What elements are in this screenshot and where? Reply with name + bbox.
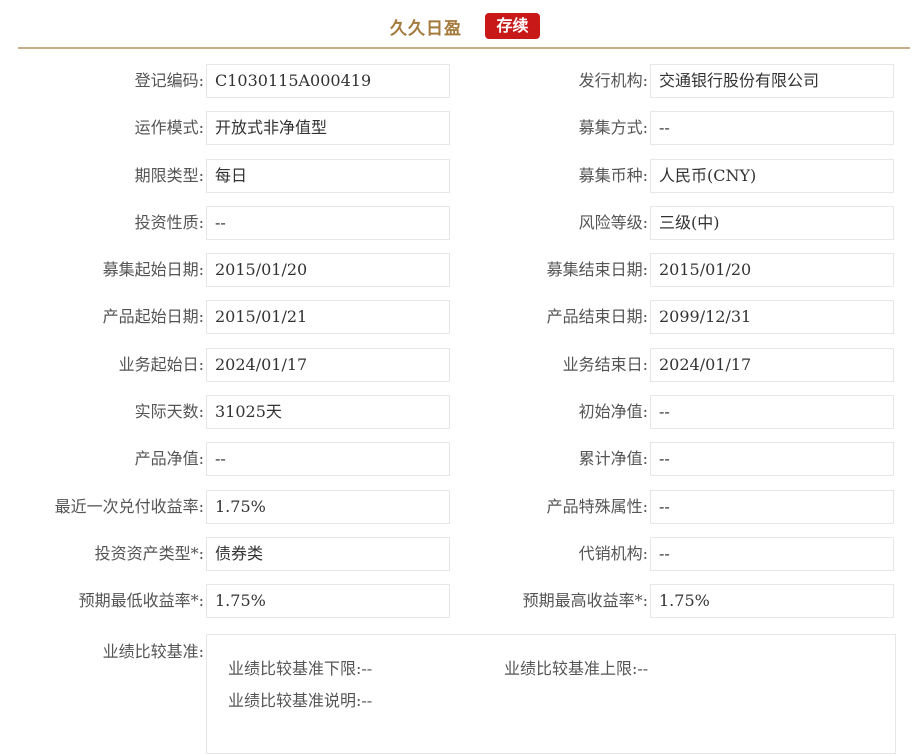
raising-method-label: 募集方式: bbox=[578, 118, 648, 138]
raising-end-date-field: 2015/01/20 bbox=[650, 253, 894, 288]
issuer-label: 发行机构: bbox=[578, 71, 648, 90]
raising-end-date-label: 募集结束日期: bbox=[546, 260, 648, 280]
product-end-date-label: 产品结束日期: bbox=[546, 307, 648, 327]
form-row-latest-yield: 最近一次兑付收益率: 1.75% 产品特殊属性: -- bbox=[0, 489, 924, 537]
product-info-form: 登记编码: C1030115A000419 发行机构: 交通银行股份有限公司 运… bbox=[0, 64, 924, 632]
registration-code-field: C1030115A000419 bbox=[206, 64, 450, 98]
benchmark-upper-limit: 业绩比较基准上限:-- bbox=[504, 659, 649, 678]
currency-label: 募集币种: bbox=[578, 165, 648, 185]
asset-type-label: 投资资产类型*: bbox=[94, 543, 204, 563]
product-start-date-label: 产品起始日期: bbox=[102, 307, 204, 327]
special-attribute-field: -- bbox=[650, 489, 894, 524]
form-row-business-dates: 业务起始日: 2024/01/17 业务结束日: 2024/01/17 bbox=[0, 347, 924, 395]
operation-mode-field: 开放式非净值型 bbox=[206, 111, 450, 146]
latest-payout-yield-label: 最近一次兑付收益率: bbox=[54, 496, 204, 516]
product-title: 久久日盈 bbox=[390, 19, 462, 39]
form-row-asset-type: 投资资产类型*: 债券类 代销机构: -- bbox=[0, 536, 924, 584]
operation-mode-label: 运作模式: bbox=[134, 118, 204, 138]
risk-level-label: 风险等级: bbox=[578, 212, 648, 232]
business-end-date-field: 2024/01/17 bbox=[650, 347, 894, 382]
raising-method-field: -- bbox=[650, 111, 894, 146]
actual-days-field: 31025天 bbox=[206, 395, 450, 430]
benchmark-box: 业绩比较基准下限:-- 业绩比较基准上限:-- 业绩比较基准说明:-- bbox=[206, 634, 896, 754]
benchmark-label: 业绩比较基准: bbox=[102, 642, 204, 661]
expected-max-yield-label: 预期最高收益率*: bbox=[522, 591, 648, 611]
form-row-nav: 产品净值: -- 累计净值: -- bbox=[0, 442, 924, 489]
header-divider bbox=[18, 47, 910, 49]
special-attribute-label: 产品特殊属性: bbox=[546, 496, 648, 516]
initial-nav-field: -- bbox=[650, 395, 894, 430]
form-row-raising-dates: 募集起始日期: 2015/01/20 募集结束日期: 2015/01/20 bbox=[0, 253, 924, 300]
status-badge: 存续 bbox=[485, 13, 540, 39]
term-type-label: 期限类型: bbox=[134, 165, 204, 185]
investment-nature-label: 投资性质: bbox=[134, 212, 204, 232]
actual-days-label: 实际天数: bbox=[134, 402, 204, 422]
form-row-product-dates: 产品起始日期: 2015/01/21 产品结束日期: 2099/12/31 bbox=[0, 300, 924, 347]
form-row-expected-yield: 预期最低收益率*: 1.75% 预期最高收益率*: 1.75% bbox=[0, 584, 924, 631]
product-end-date-field: 2099/12/31 bbox=[650, 300, 894, 335]
form-row-investment-nature: 投资性质: -- 风险等级: 三级(中) bbox=[0, 205, 924, 253]
term-type-field: 每日 bbox=[206, 158, 450, 193]
product-nav-field: -- bbox=[206, 442, 450, 477]
business-start-date-field: 2024/01/17 bbox=[206, 347, 450, 382]
benchmark-lower-limit: 业绩比较基准下限:-- bbox=[228, 659, 373, 678]
page-header: 久久日盈 存续 bbox=[0, 0, 924, 50]
expected-max-yield-field: 1.75% bbox=[650, 584, 894, 619]
form-row-actual-days: 实际天数: 31025天 初始净值: -- bbox=[0, 395, 924, 442]
business-start-date-label: 业务起始日: bbox=[118, 354, 204, 374]
form-row-operation-mode: 运作模式: 开放式非净值型 募集方式: -- bbox=[0, 111, 924, 158]
asset-type-field: 债券类 bbox=[206, 536, 450, 571]
raising-start-date-field: 2015/01/20 bbox=[206, 253, 450, 288]
latest-payout-yield-field: 1.75% bbox=[206, 489, 450, 524]
distributor-field: -- bbox=[650, 536, 894, 571]
registration-code-label: 登记编码: bbox=[134, 71, 204, 90]
issuer-field: 交通银行股份有限公司 bbox=[650, 64, 894, 98]
form-row-term-type: 期限类型: 每日 募集币种: 人民币(CNY) bbox=[0, 158, 924, 206]
distributor-label: 代销机构: bbox=[578, 543, 648, 563]
expected-min-yield-field: 1.75% bbox=[206, 584, 450, 619]
risk-level-field: 三级(中) bbox=[650, 205, 894, 240]
product-start-date-field: 2015/01/21 bbox=[206, 300, 450, 335]
benchmark-description: 业绩比较基准说明:-- bbox=[228, 691, 373, 710]
investment-nature-field: -- bbox=[206, 205, 450, 240]
business-end-date-label: 业务结束日: bbox=[562, 354, 648, 374]
expected-min-yield-label: 预期最低收益率*: bbox=[78, 591, 204, 611]
cumulative-nav-label: 累计净值: bbox=[578, 449, 648, 469]
currency-field: 人民币(CNY) bbox=[650, 158, 894, 193]
raising-start-date-label: 募集起始日期: bbox=[102, 260, 204, 280]
cumulative-nav-field: -- bbox=[650, 442, 894, 477]
form-row-registration-code: 登记编码: C1030115A000419 发行机构: 交通银行股份有限公司 bbox=[0, 64, 924, 111]
initial-nav-label: 初始净值: bbox=[578, 402, 648, 422]
product-nav-label: 产品净值: bbox=[134, 449, 204, 469]
